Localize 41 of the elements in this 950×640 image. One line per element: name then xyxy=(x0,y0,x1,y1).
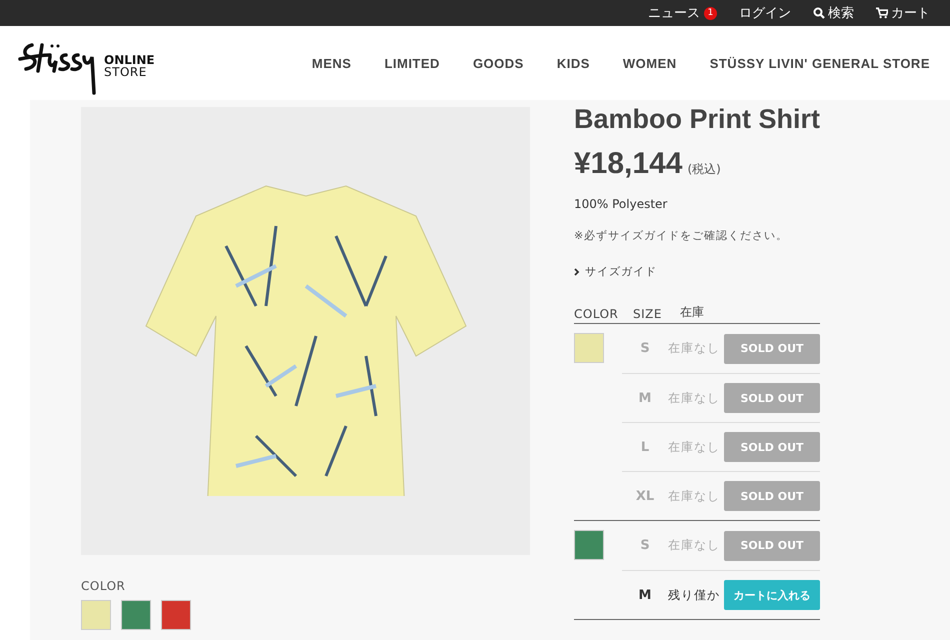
color-swatch[interactable] xyxy=(161,600,191,630)
size-label: L xyxy=(640,440,650,454)
stock-status: 在庫なし xyxy=(668,438,721,456)
stock-status: 残り僅か xyxy=(668,586,721,604)
news-count-badge: 1 xyxy=(704,6,717,20)
nav-link[interactable]: WOMEN xyxy=(622,56,677,70)
news-link[interactable]: ニュース xyxy=(648,4,700,22)
cart-icon[interactable] xyxy=(876,7,888,19)
tax-note: (税込) xyxy=(687,161,721,178)
stock-status: 在庫なし xyxy=(668,340,721,357)
material-text: 100% Polyester xyxy=(574,197,668,211)
cart-link[interactable]: カート xyxy=(891,4,930,22)
color-swatch[interactable] xyxy=(81,600,111,630)
size-note: ※必ずサイズガイドをご確認ください。 xyxy=(574,228,790,243)
size-label: M xyxy=(638,588,652,602)
nav-link[interactable]: KIDS xyxy=(556,56,590,70)
size-guide-link[interactable]: サイズガイド xyxy=(585,264,657,279)
color-swatch[interactable] xyxy=(121,600,151,630)
nav-link[interactable]: MENS xyxy=(312,56,352,70)
stock-status: 在庫なし xyxy=(668,488,721,504)
size-label: S xyxy=(639,538,651,553)
search-icon[interactable] xyxy=(813,7,825,19)
size-label: M xyxy=(638,390,652,406)
column-header: COLOR xyxy=(574,307,620,323)
color-label: COLOR xyxy=(81,579,126,593)
nav-link[interactable]: STÜSSY LIVIN' GENERAL STORE xyxy=(710,56,930,70)
store-label: STORE xyxy=(104,66,148,78)
search-link[interactable]: 検索 xyxy=(828,4,854,22)
stock-status: 在庫なし xyxy=(668,390,721,406)
stock-status: 在庫なし xyxy=(668,537,721,554)
price: ¥18,144 xyxy=(574,147,682,181)
store-label: ONLINE xyxy=(104,54,155,66)
column-header: 在庫 xyxy=(680,304,704,321)
size-label: S xyxy=(639,341,651,356)
column-header: SIZE xyxy=(633,307,663,323)
product-title: Bamboo Print Shirt xyxy=(574,104,820,135)
size-label: XL xyxy=(634,488,656,504)
nav-link[interactable]: GOODS xyxy=(472,56,524,70)
chevron-right-icon xyxy=(574,268,580,276)
login-link[interactable]: ログイン xyxy=(739,4,791,22)
nav-link[interactable]: LIMITED xyxy=(384,56,440,70)
